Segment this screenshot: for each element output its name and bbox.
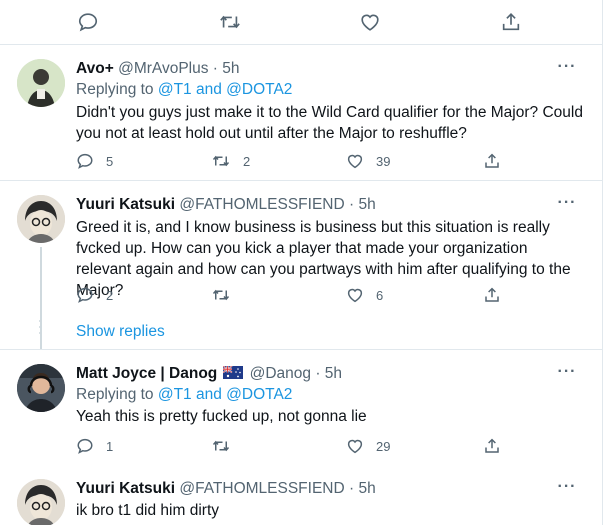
replying-to-links[interactable]: @T1 and @DOTA2 <box>158 386 293 403</box>
tweet-header: Matt Joyce | Danog @Danog · 5h <box>76 364 342 384</box>
retweet-button[interactable] <box>211 284 243 306</box>
like-button[interactable]: 29 <box>346 435 390 457</box>
tweet-yuuri-2[interactable]: Yuuri Katsuki @FATHOMLESSFIEND · 5h ··· … <box>0 465 602 525</box>
retweet-button[interactable]: 2 <box>211 150 250 172</box>
show-replies-link[interactable]: Show replies <box>76 322 165 342</box>
replying-to-prefix: Replying to <box>76 386 158 403</box>
user-handle[interactable]: @FATHOMLESSFIEND <box>179 196 344 213</box>
reply-count: 1 <box>106 438 114 454</box>
retweet-icon <box>212 289 230 301</box>
tweet-text: Didn't you guys just make it to the Wild… <box>76 104 583 142</box>
like-count: 6 <box>376 287 384 303</box>
reply-count: 5 <box>106 153 114 169</box>
share-icon[interactable] <box>499 10 523 34</box>
heart-icon[interactable] <box>358 10 382 34</box>
replying-to-prefix: Replying to <box>76 81 158 98</box>
heart-icon <box>347 288 363 303</box>
reply-count: 2 <box>106 287 114 303</box>
retweet-icon[interactable] <box>217 10 243 34</box>
tweet-actions: 5 2 39 <box>76 150 506 172</box>
share-button[interactable] <box>483 150 501 172</box>
share-icon <box>485 287 499 302</box>
share-button[interactable] <box>483 435 501 457</box>
display-name[interactable]: Matt Joyce | Danog <box>76 365 217 382</box>
reply-icon[interactable] <box>76 10 100 34</box>
tweet-thread: Avo+ @MrAvoPlus · 5h ··· Replying to @T1… <box>0 0 603 525</box>
retweet-icon <box>212 440 230 452</box>
timestamp[interactable]: · 5h <box>213 60 240 77</box>
more-icon[interactable]: ··· <box>557 195 577 217</box>
share-icon <box>485 153 499 168</box>
timestamp[interactable]: · 5h <box>349 480 376 497</box>
retweet-count: 2 <box>243 153 251 169</box>
tweet-actions: 2 6 <box>76 284 506 306</box>
timestamp[interactable]: · 5h <box>349 196 376 213</box>
display-name[interactable]: Yuuri Katsuki <box>76 196 175 213</box>
replying-to-links[interactable]: @T1 and @DOTA2 <box>158 81 293 98</box>
retweet-button[interactable] <box>211 435 243 457</box>
avatar[interactable] <box>17 59 65 107</box>
reply-icon <box>77 438 93 454</box>
thread-dots <box>39 320 43 338</box>
tweet-header: Avo+ @MrAvoPlus · 5h <box>76 59 240 79</box>
like-button[interactable]: 39 <box>346 150 390 172</box>
timestamp[interactable]: · 5h <box>315 365 342 382</box>
avatar[interactable] <box>17 195 65 243</box>
tweet-danog[interactable]: Matt Joyce | Danog @Danog · 5h ··· Reply… <box>0 350 602 465</box>
reply-icon <box>77 287 93 303</box>
tweet-header: Yuuri Katsuki @FATHOMLESSFIEND · 5h <box>76 195 376 215</box>
replying-to: Replying to @T1 and @DOTA2 <box>76 385 292 405</box>
user-handle[interactable]: @FATHOMLESSFIEND <box>179 480 344 497</box>
avatar[interactable] <box>17 364 65 412</box>
avatar[interactable] <box>17 479 65 525</box>
tweet-avo[interactable]: Avo+ @MrAvoPlus · 5h ··· Replying to @T1… <box>0 45 602 180</box>
tweet-text: Yeah this is pretty fucked up, not gonna… <box>76 408 367 425</box>
more-icon[interactable]: ··· <box>557 59 577 81</box>
reply-icon <box>77 153 93 169</box>
reply-button[interactable]: 2 <box>76 284 113 306</box>
tweet-header: Yuuri Katsuki @FATHOMLESSFIEND · 5h <box>76 479 376 499</box>
user-handle[interactable]: @MrAvoPlus <box>118 60 208 77</box>
like-count: 29 <box>376 438 391 454</box>
main-tweet-actions <box>0 0 602 44</box>
tweet-text: ik bro t1 did him dirty <box>76 502 219 519</box>
more-icon[interactable]: ··· <box>557 479 577 501</box>
reply-button[interactable]: 5 <box>76 150 113 172</box>
heart-icon <box>347 439 363 454</box>
share-button[interactable] <box>483 284 501 306</box>
display-name[interactable]: Yuuri Katsuki <box>76 480 175 497</box>
share-icon <box>485 438 499 453</box>
replying-to: Replying to @T1 and @DOTA2 <box>76 80 292 100</box>
heart-icon <box>347 154 363 169</box>
display-name[interactable]: Avo+ <box>76 60 114 77</box>
tweet-actions: 1 29 <box>76 435 506 457</box>
like-count: 39 <box>376 153 391 169</box>
more-icon[interactable]: ··· <box>557 364 577 386</box>
australia-flag-icon <box>223 366 244 379</box>
retweet-icon <box>212 155 230 167</box>
user-handle[interactable]: @Danog <box>250 365 311 382</box>
reply-button[interactable]: 1 <box>76 435 113 457</box>
like-button[interactable]: 6 <box>346 284 383 306</box>
